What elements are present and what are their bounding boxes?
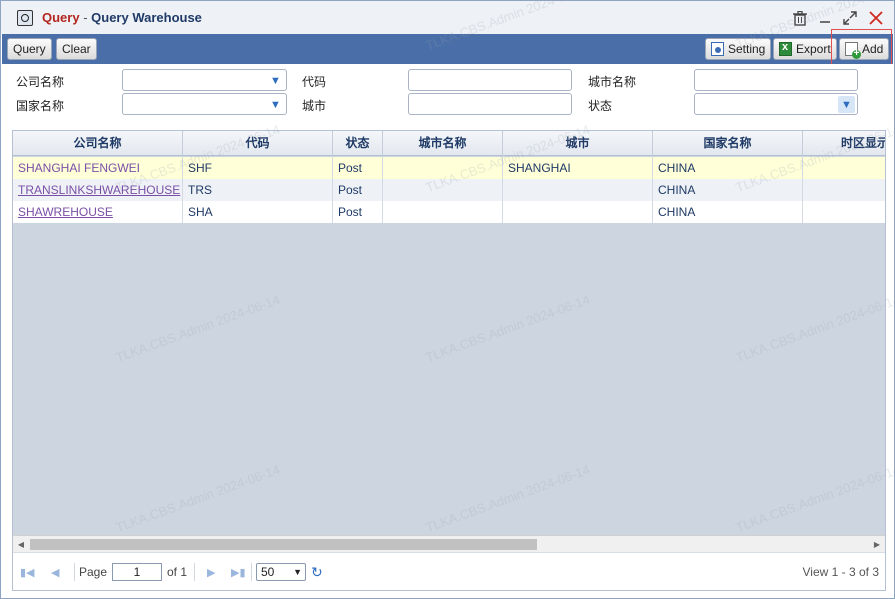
page-label: Page xyxy=(79,565,108,579)
code-cell: TRS xyxy=(183,179,333,201)
status-cell: Post xyxy=(333,157,383,179)
chevron-down-icon: ▼ xyxy=(838,96,855,113)
country-name-select[interactable]: ▼ xyxy=(122,93,287,115)
maximize-icon[interactable] xyxy=(841,9,859,27)
setting-button-label: Setting xyxy=(728,42,766,56)
search-window-icon xyxy=(17,10,33,26)
table-row[interactable]: SHAWREHOUSE SHA Post CHINA xyxy=(13,201,885,223)
warehouse-grid: 公司名称 代码 状态 城市名称 城市 国家名称 时区显示 SHANGHAI FE… xyxy=(12,130,886,591)
country-cell: CHINA xyxy=(653,157,803,179)
view-records-text: View 1 - 3 of 3 xyxy=(802,565,880,579)
code-label: 代码 xyxy=(302,75,327,89)
city-name-cell xyxy=(383,157,503,179)
pager-divider xyxy=(251,563,252,581)
title-separator: - xyxy=(79,10,92,25)
first-page-icon[interactable]: ▮◀ xyxy=(20,566,35,579)
status-select[interactable]: ▼ xyxy=(694,93,858,115)
city-cell: SHANGHAI xyxy=(503,157,653,179)
refresh-icon[interactable]: ↻ xyxy=(311,564,323,581)
table-row[interactable]: TRANSLINKSHWAREHOUSE TRS Post CHINA xyxy=(13,179,885,201)
country-cell: CHINA xyxy=(653,179,803,201)
title-main: Query Warehouse xyxy=(91,10,202,25)
company-name-select[interactable]: ▼ xyxy=(122,69,287,91)
city-name-label: 城市名称 xyxy=(588,75,637,89)
code-cell: SHF xyxy=(183,157,333,179)
city-cell xyxy=(503,201,653,223)
company-cell[interactable]: TRANSLINKSHWAREHOUSE xyxy=(13,179,183,201)
city-input[interactable] xyxy=(408,93,572,115)
title-prefix: Query xyxy=(42,10,80,25)
status-cell: Post xyxy=(333,201,383,223)
country-name-label: 国家名称 xyxy=(16,99,65,113)
filter-panel: 公司名称 ▼ 代码 城市名称 国家名称 ▼ 城市 状态 ▼ xyxy=(2,64,893,124)
minimize-icon[interactable] xyxy=(816,9,834,27)
chevron-down-icon: ▼ xyxy=(270,98,281,111)
pager-divider xyxy=(194,563,195,581)
close-icon[interactable] xyxy=(867,9,885,27)
pager-divider xyxy=(74,563,75,581)
page-size-value: 50 xyxy=(261,565,275,579)
status-label: 状态 xyxy=(588,99,613,113)
company-cell[interactable]: SHAWREHOUSE xyxy=(13,201,183,223)
code-cell: SHA xyxy=(183,201,333,223)
city-name-cell xyxy=(383,179,503,201)
window-title: Query - Query Warehouse xyxy=(42,10,202,25)
prev-page-icon[interactable]: ◀ xyxy=(51,566,59,579)
export-button-label: Export xyxy=(796,42,831,56)
column-header-city-name[interactable]: 城市名称 xyxy=(383,131,503,156)
status-cell: Post xyxy=(333,179,383,201)
page-number-input[interactable]: 1 xyxy=(112,563,162,581)
excel-icon xyxy=(779,41,792,56)
setting-icon xyxy=(711,42,724,56)
city-name-cell xyxy=(383,201,503,223)
city-name-input[interactable] xyxy=(694,69,858,91)
table-row[interactable]: SHANGHAI FENGWEI SHF Post SHANGHAI CHINA xyxy=(13,157,885,179)
scrollbar-thumb[interactable] xyxy=(30,539,537,550)
column-header-code[interactable]: 代码 xyxy=(183,131,333,156)
scroll-left-icon[interactable]: ◀ xyxy=(14,537,28,551)
city-cell xyxy=(503,179,653,201)
company-name-label: 公司名称 xyxy=(16,75,65,89)
column-header-status[interactable]: 状态 xyxy=(333,131,383,156)
timezone-cell xyxy=(803,179,885,201)
city-label: 城市 xyxy=(302,99,327,113)
query-button-label: Query xyxy=(13,42,46,56)
trash-icon[interactable] xyxy=(791,9,809,27)
setting-button[interactable]: Setting xyxy=(705,38,772,60)
clear-button-label: Clear xyxy=(62,42,91,56)
chevron-down-icon: ▼ xyxy=(270,74,281,87)
query-warehouse-window: Query - Query Warehouse Query Clear Sett… xyxy=(0,0,895,599)
next-page-icon[interactable]: ▶ xyxy=(207,566,215,579)
title-bar: Query - Query Warehouse xyxy=(1,1,894,34)
chevron-down-icon: ▼ xyxy=(293,567,302,577)
page-count-label: of 1 xyxy=(167,565,188,579)
export-button[interactable]: Export xyxy=(773,38,837,60)
toolbar: Query Clear Setting Export Add xyxy=(2,34,893,64)
column-header-country[interactable]: 国家名称 xyxy=(653,131,803,156)
scroll-right-icon[interactable]: ▶ xyxy=(870,537,884,551)
timezone-cell xyxy=(803,201,885,223)
column-header-city[interactable]: 城市 xyxy=(503,131,653,156)
add-button-highlight xyxy=(831,29,892,69)
clear-button[interactable]: Clear xyxy=(56,38,97,60)
pager: ▮◀ ◀ Page 1 of 1 ▶ ▶▮ 50 ▼ ↻ View 1 - 3 … xyxy=(13,552,885,590)
grid-header: 公司名称 代码 状态 城市名称 城市 国家名称 时区显示 xyxy=(13,131,885,156)
horizontal-scrollbar[interactable]: ◀ ▶ xyxy=(13,535,885,552)
column-header-timezone[interactable]: 时区显示 xyxy=(803,131,885,156)
company-cell[interactable]: SHANGHAI FENGWEI xyxy=(13,157,183,179)
last-page-icon[interactable]: ▶▮ xyxy=(231,566,246,579)
code-input[interactable] xyxy=(408,69,572,91)
timezone-cell xyxy=(803,157,885,179)
page-size-select[interactable]: 50 ▼ xyxy=(256,563,306,581)
column-header-company[interactable]: 公司名称 xyxy=(13,131,183,156)
country-cell: CHINA xyxy=(653,201,803,223)
query-button[interactable]: Query xyxy=(7,38,52,60)
